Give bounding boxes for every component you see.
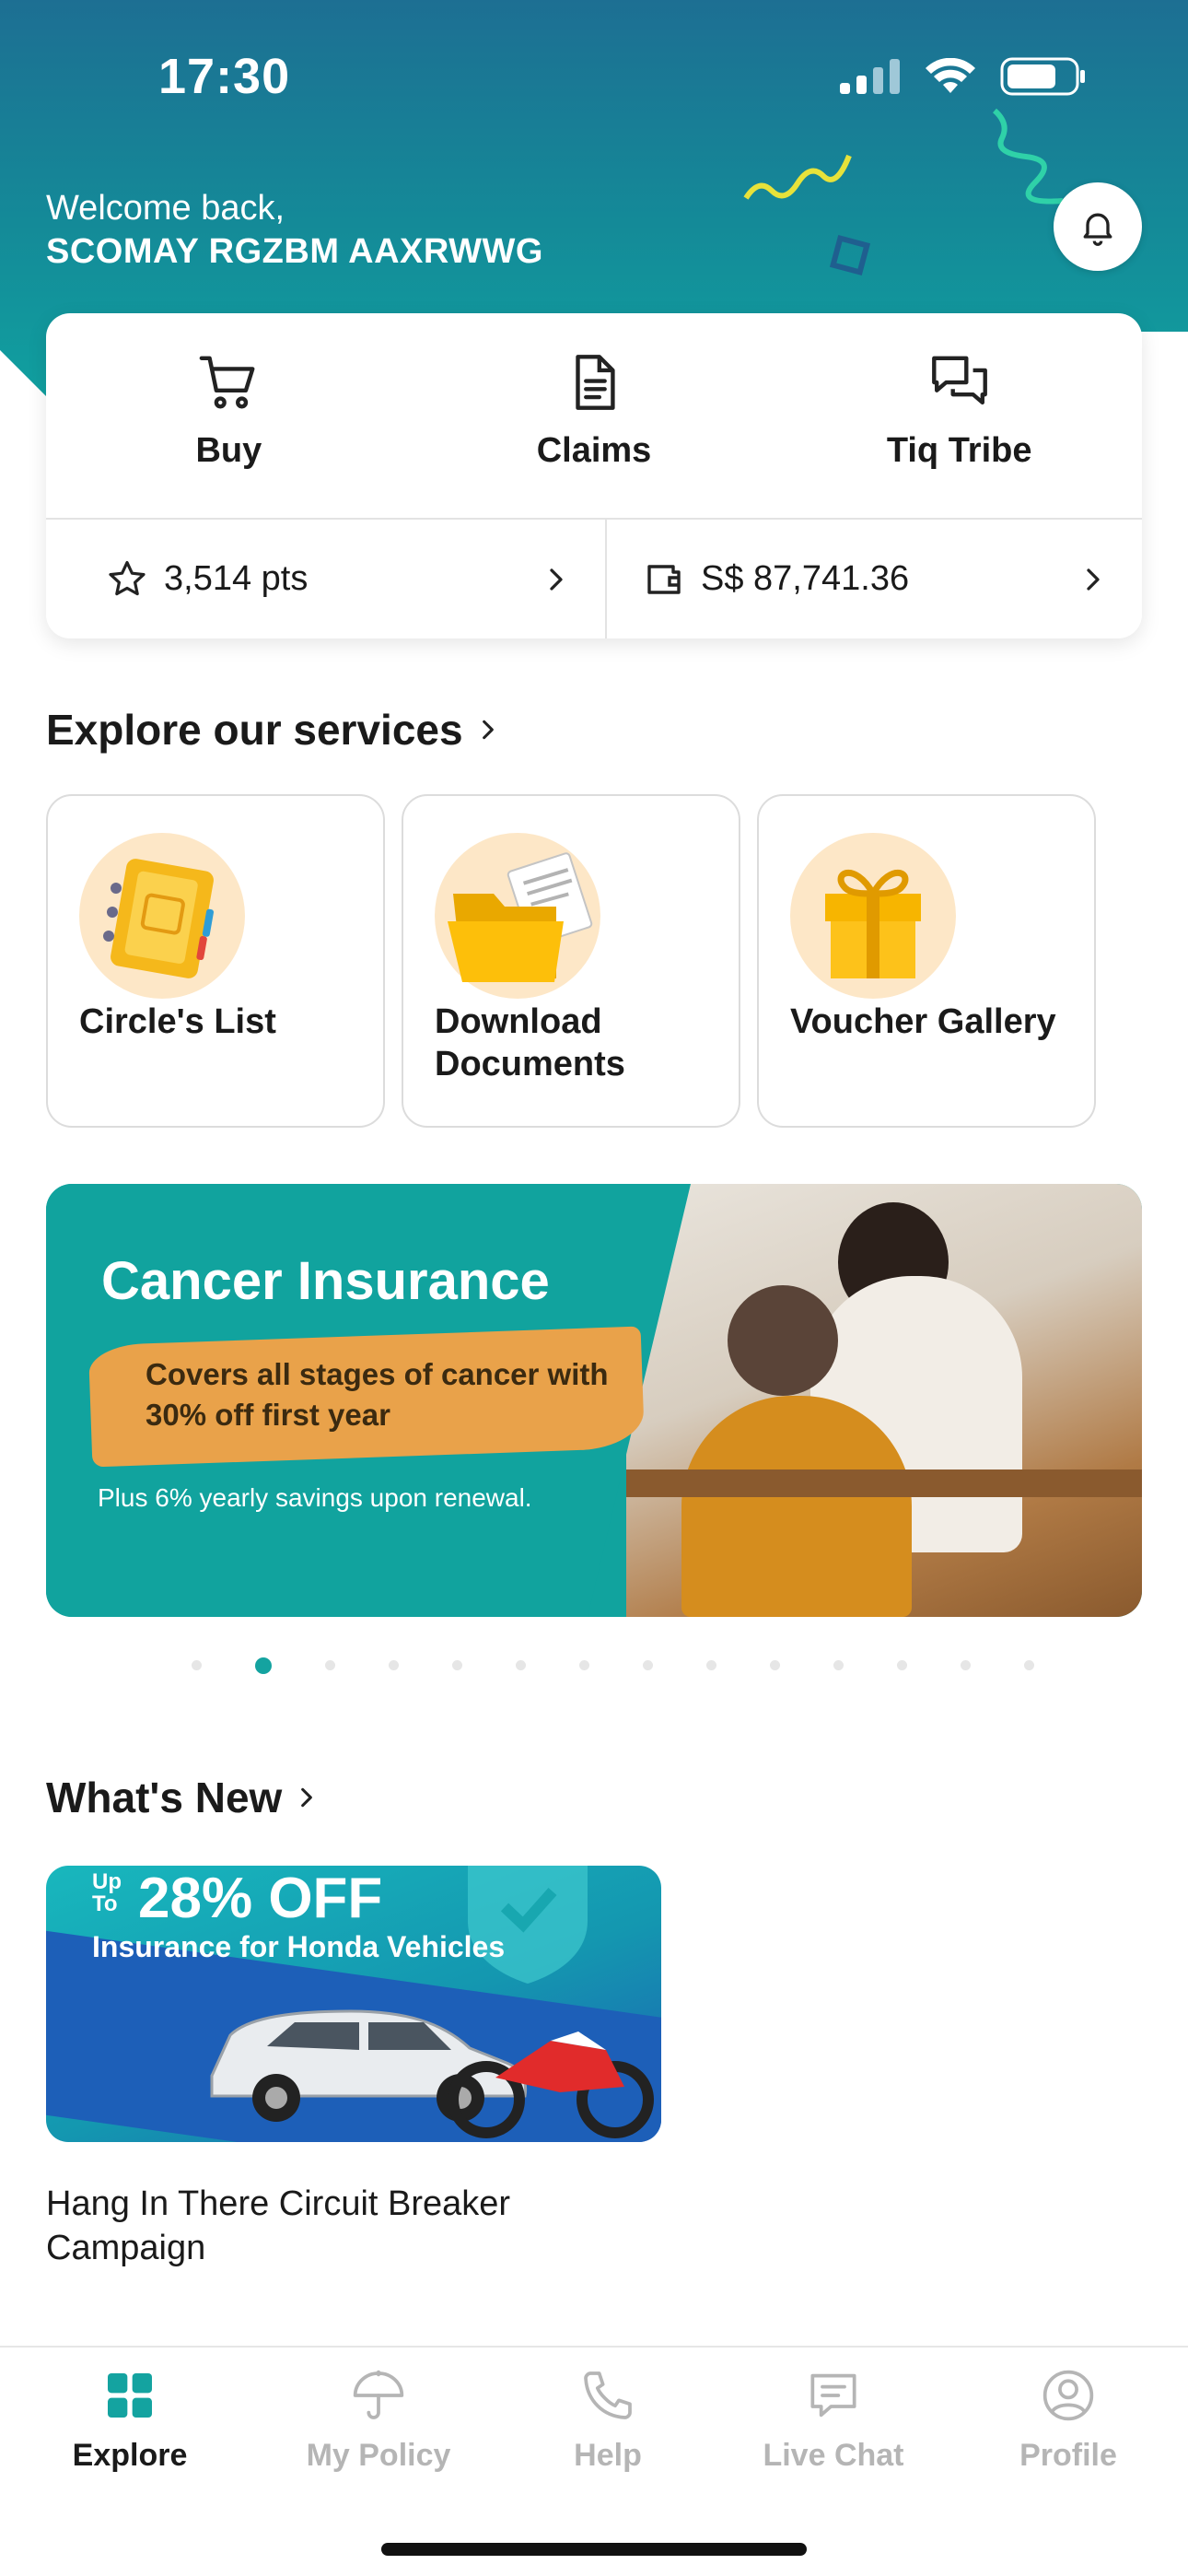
carousel-dot[interactable]: [705, 1660, 716, 1670]
nav-label: Live Chat: [763, 2438, 904, 2473]
profile-icon: [1042, 2370, 1094, 2421]
news-headline: Insurance for Honda Vehicles: [92, 1930, 506, 1963]
service-label: Circle's List: [79, 1002, 276, 1041]
carousel-dot[interactable]: [642, 1660, 653, 1670]
chevron-right-icon: [301, 1787, 313, 1808]
motorcycle-icon: [448, 2032, 654, 2138]
service-card-download-documents[interactable]: Download Documents: [402, 794, 740, 1128]
phone-icon: [584, 2371, 632, 2419]
explore-services-link[interactable]: Explore our services: [46, 705, 500, 755]
carousel-dot[interactable]: [578, 1660, 589, 1670]
user-name: SCOMAY RGZBM AAXRWWG: [46, 232, 543, 271]
document-icon: [576, 355, 615, 410]
service-card-circles-list[interactable]: Circle's List: [46, 794, 385, 1128]
banner-title: Cancer Insurance: [101, 1251, 550, 1311]
carousel-dot[interactable]: [191, 1660, 202, 1670]
carousel-dots[interactable]: [0, 1657, 1188, 1674]
notebook-icon: [79, 833, 245, 999]
service-label: Voucher Gallery: [790, 1002, 1056, 1041]
banner-note: Plus 6% yearly savings upon renewal.: [98, 1483, 532, 1512]
carousel-dot[interactable]: [515, 1660, 526, 1670]
carousel-dot[interactable]: [451, 1660, 462, 1670]
wallet-icon: [647, 564, 681, 594]
folder-icon: [435, 833, 600, 999]
chevron-right-icon: [1087, 568, 1100, 591]
notification-button[interactable]: [1054, 182, 1142, 271]
carousel-dot[interactable]: [324, 1660, 335, 1670]
chevron-right-icon: [550, 568, 563, 591]
tiq-tribe-label: Tiq Tribe: [886, 431, 1032, 470]
welcome-text: Welcome back,: [46, 189, 285, 228]
signal-icon: [840, 59, 900, 94]
home-indicator[interactable]: [381, 2543, 807, 2556]
news-discount: 28% OFF: [138, 1867, 383, 1930]
carousel-dot[interactable]: [896, 1660, 907, 1670]
claims-button[interactable]: Claims: [412, 313, 777, 518]
explore-services-title: Explore our services: [46, 706, 463, 754]
carousel-dot[interactable]: [1023, 1660, 1034, 1670]
shield-check-icon: [468, 1866, 588, 1984]
nav-help[interactable]: Help: [497, 2366, 718, 2474]
umbrella-icon: [353, 2370, 404, 2419]
stats-row: 3,514 pts S$ 87,741.36: [46, 520, 1142, 638]
nav-label: Help: [574, 2438, 642, 2473]
status-time: 17:30: [158, 49, 291, 104]
news-upto: Up To: [92, 1869, 122, 1916]
whats-new-link[interactable]: What's New: [46, 1773, 319, 1822]
wallet-button[interactable]: S$ 87,741.36: [605, 520, 1142, 638]
service-card-voucher-gallery[interactable]: Voucher Gallery: [757, 794, 1096, 1128]
nav-label: Profile: [1019, 2438, 1117, 2473]
banner-photo: [626, 1184, 1142, 1617]
carousel-dot[interactable]: [960, 1660, 971, 1670]
news-caption: Hang In There Circuit Breaker Campaign: [46, 2184, 511, 2267]
whats-new-title: What's New: [46, 1774, 283, 1821]
nav-label: Explore: [72, 2438, 188, 2473]
banner-highlight: Covers all stages of cancer with 30% off…: [146, 1357, 609, 1432]
carousel-dot[interactable]: [388, 1660, 399, 1670]
points-value: 3,514 pts: [164, 559, 309, 598]
photo-person: [681, 1396, 912, 1617]
nav-label: My Policy: [306, 2438, 451, 2473]
carousel-dot[interactable]: [833, 1660, 844, 1670]
status-icons: [840, 57, 1087, 96]
wallet-value: S$ 87,741.36: [701, 559, 910, 598]
buy-label: Buy: [195, 431, 262, 470]
claims-label: Claims: [536, 431, 652, 470]
cart-icon: [199, 356, 255, 409]
nav-explore[interactable]: Explore: [0, 2366, 260, 2474]
bell-icon: [1083, 213, 1112, 246]
buy-button[interactable]: Buy: [46, 313, 412, 518]
star-icon: [109, 560, 146, 595]
grid-icon: [108, 2373, 152, 2418]
nav-live-chat[interactable]: Live Chat: [718, 2366, 949, 2474]
nav-profile[interactable]: Profile: [949, 2366, 1188, 2474]
carousel-dot[interactable]: [254, 1657, 272, 1674]
chat-bubbles-icon: [931, 356, 987, 405]
gift-icon: [790, 833, 956, 999]
photo-table: [626, 1469, 1142, 1497]
news-card[interactable]: Up To 28% OFF Insurance for Honda Vehicl…: [46, 1866, 661, 2142]
service-label: Download Documents: [435, 1002, 625, 1083]
chat-icon: [810, 2373, 856, 2418]
chevron-right-icon: [482, 720, 494, 740]
nav-my-policy[interactable]: My Policy: [260, 2366, 497, 2474]
quick-actions-row: Buy Claims Tiq Tribe: [46, 313, 1142, 518]
wifi-icon: [926, 58, 975, 93]
tiq-tribe-button[interactable]: Tiq Tribe: [776, 313, 1142, 518]
photo-person: [728, 1285, 838, 1396]
services-row: Circle's List Download Documents Voucher…: [46, 794, 1096, 1128]
battery-icon: [1000, 57, 1085, 96]
promo-banner[interactable]: Cancer Insurance Covers all stages of ca…: [46, 1184, 1142, 1617]
points-button[interactable]: 3,514 pts: [46, 520, 605, 638]
carousel-dot[interactable]: [769, 1660, 780, 1670]
quick-actions-card: Buy Claims Tiq Tribe 3,514 pts S$ 87,741…: [46, 313, 1142, 638]
bottom-nav: Explore My Policy Help Live Chat Profile: [0, 2346, 1188, 2576]
